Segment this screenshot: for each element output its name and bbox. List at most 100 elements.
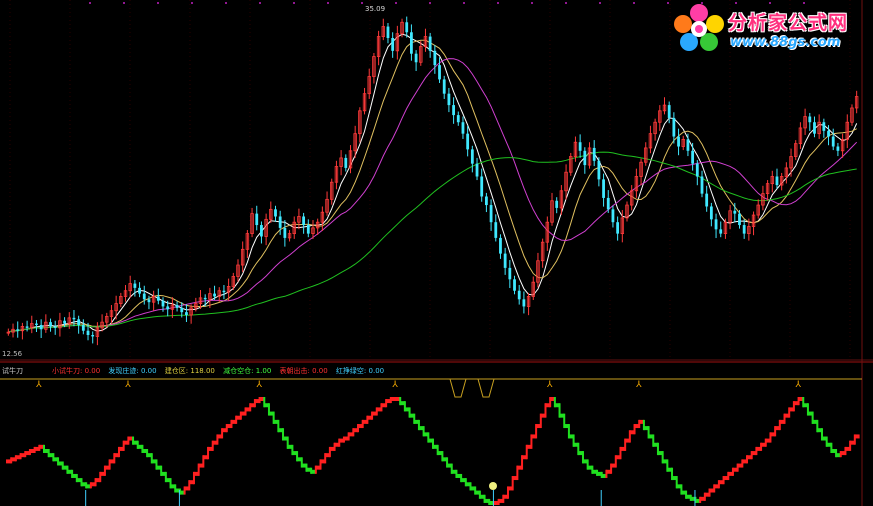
osc-link: [24, 451, 27, 458]
candle-body: [142, 293, 146, 300]
osc-link: [399, 397, 402, 406]
candle-body: [283, 227, 287, 238]
ma-line: [8, 151, 857, 333]
osc-link: [792, 401, 795, 412]
logo-text: 分析家公式网: [728, 12, 849, 34]
top-marker: [293, 2, 295, 4]
osc-link: [305, 463, 308, 472]
osc-link: [488, 498, 491, 505]
candle-body: [484, 196, 488, 206]
osc-link: [436, 444, 439, 456]
osc-link: [469, 482, 472, 491]
candle-body: [255, 213, 259, 226]
osc-link: [713, 484, 716, 493]
osc-link: [225, 424, 228, 433]
osc-link: [685, 490, 688, 499]
osc-link: [675, 476, 678, 489]
candle-body: [775, 176, 779, 186]
osc-link: [28, 449, 31, 456]
top-marker: [497, 2, 499, 4]
osc-link: [591, 465, 594, 474]
candle-body: [442, 79, 446, 94]
osc-link: [347, 432, 350, 441]
osc-link: [99, 471, 102, 483]
osc-link: [272, 411, 275, 424]
top-marker: [123, 2, 125, 4]
osc-link: [689, 494, 692, 501]
candle-body: [611, 209, 615, 223]
osc-link: [286, 436, 289, 449]
peak-marker: ⅄: [35, 380, 42, 390]
osc-link: [708, 488, 711, 497]
osc-link: [483, 494, 486, 503]
candle-body: [156, 296, 160, 301]
osc-link: [511, 476, 514, 491]
osc-link: [413, 413, 416, 424]
osc-link: [19, 453, 22, 460]
legend-item-0: 小试牛刀: 0.00: [52, 367, 101, 375]
candle-body: [91, 335, 95, 337]
candle-body: [410, 32, 413, 54]
osc-link: [146, 449, 149, 458]
osc-link: [778, 419, 781, 431]
osc-link: [806, 403, 809, 416]
candle-body: [719, 229, 723, 234]
candle-body: [836, 146, 840, 151]
osc-link: [506, 486, 509, 499]
osc-link: [717, 480, 720, 489]
top-marker: [395, 2, 397, 4]
candle-body: [695, 163, 699, 177]
ma-line: [8, 39, 857, 333]
osc-link: [661, 451, 664, 464]
candle-body: [677, 136, 680, 147]
top-marker: [259, 2, 261, 4]
osc-link: [497, 498, 500, 505]
osc-link: [164, 471, 167, 483]
osc-link: [75, 473, 78, 483]
osc-link: [333, 442, 336, 451]
osc-link: [741, 459, 744, 468]
osc-link: [821, 428, 824, 441]
osc-link: [596, 469, 599, 476]
osc-link: [839, 451, 842, 458]
osc-link: [127, 436, 130, 445]
osc-link: [403, 401, 406, 412]
osc-link: [80, 478, 83, 487]
osc-link: [188, 480, 191, 491]
osc-link: [746, 455, 749, 464]
osc-link: [300, 457, 303, 468]
candle-body: [714, 219, 718, 230]
candle-body: [81, 325, 85, 331]
high-price-label: 35.09: [365, 5, 386, 13]
osc-link: [816, 419, 819, 433]
candle-body: [808, 116, 812, 123]
osc-link: [267, 403, 270, 416]
candle-body: [49, 322, 52, 327]
candle-body: [203, 297, 207, 300]
osc-link: [253, 399, 256, 408]
candle-body: [503, 253, 507, 268]
candle-body: [733, 210, 737, 214]
osc-link: [282, 428, 285, 441]
osc-link: [85, 482, 88, 489]
candle-body: [452, 105, 455, 116]
low-price-label: 12.56: [2, 350, 23, 358]
candle-body: [522, 299, 526, 307]
candle-body: [166, 306, 170, 310]
osc-link: [47, 449, 50, 458]
candle-body: [494, 222, 498, 238]
osc-link: [853, 434, 856, 445]
candle-body: [147, 299, 151, 303]
indicator-title: 试牛刀: [2, 367, 23, 375]
osc-link: [291, 444, 294, 456]
osc-link: [230, 419, 233, 429]
osc-link: [427, 432, 430, 443]
top-marker: [463, 2, 465, 4]
osc-link: [183, 486, 186, 495]
osc-link: [567, 424, 570, 439]
osc-link: [324, 453, 327, 464]
candle-body: [433, 50, 437, 66]
indicator-legend: 小试牛刀: 0.00 发现庄迹: 0.00 建仓区: 118.00 减仓空仓: …: [52, 366, 390, 376]
candle-body: [428, 36, 432, 51]
candle-body: [489, 205, 493, 223]
